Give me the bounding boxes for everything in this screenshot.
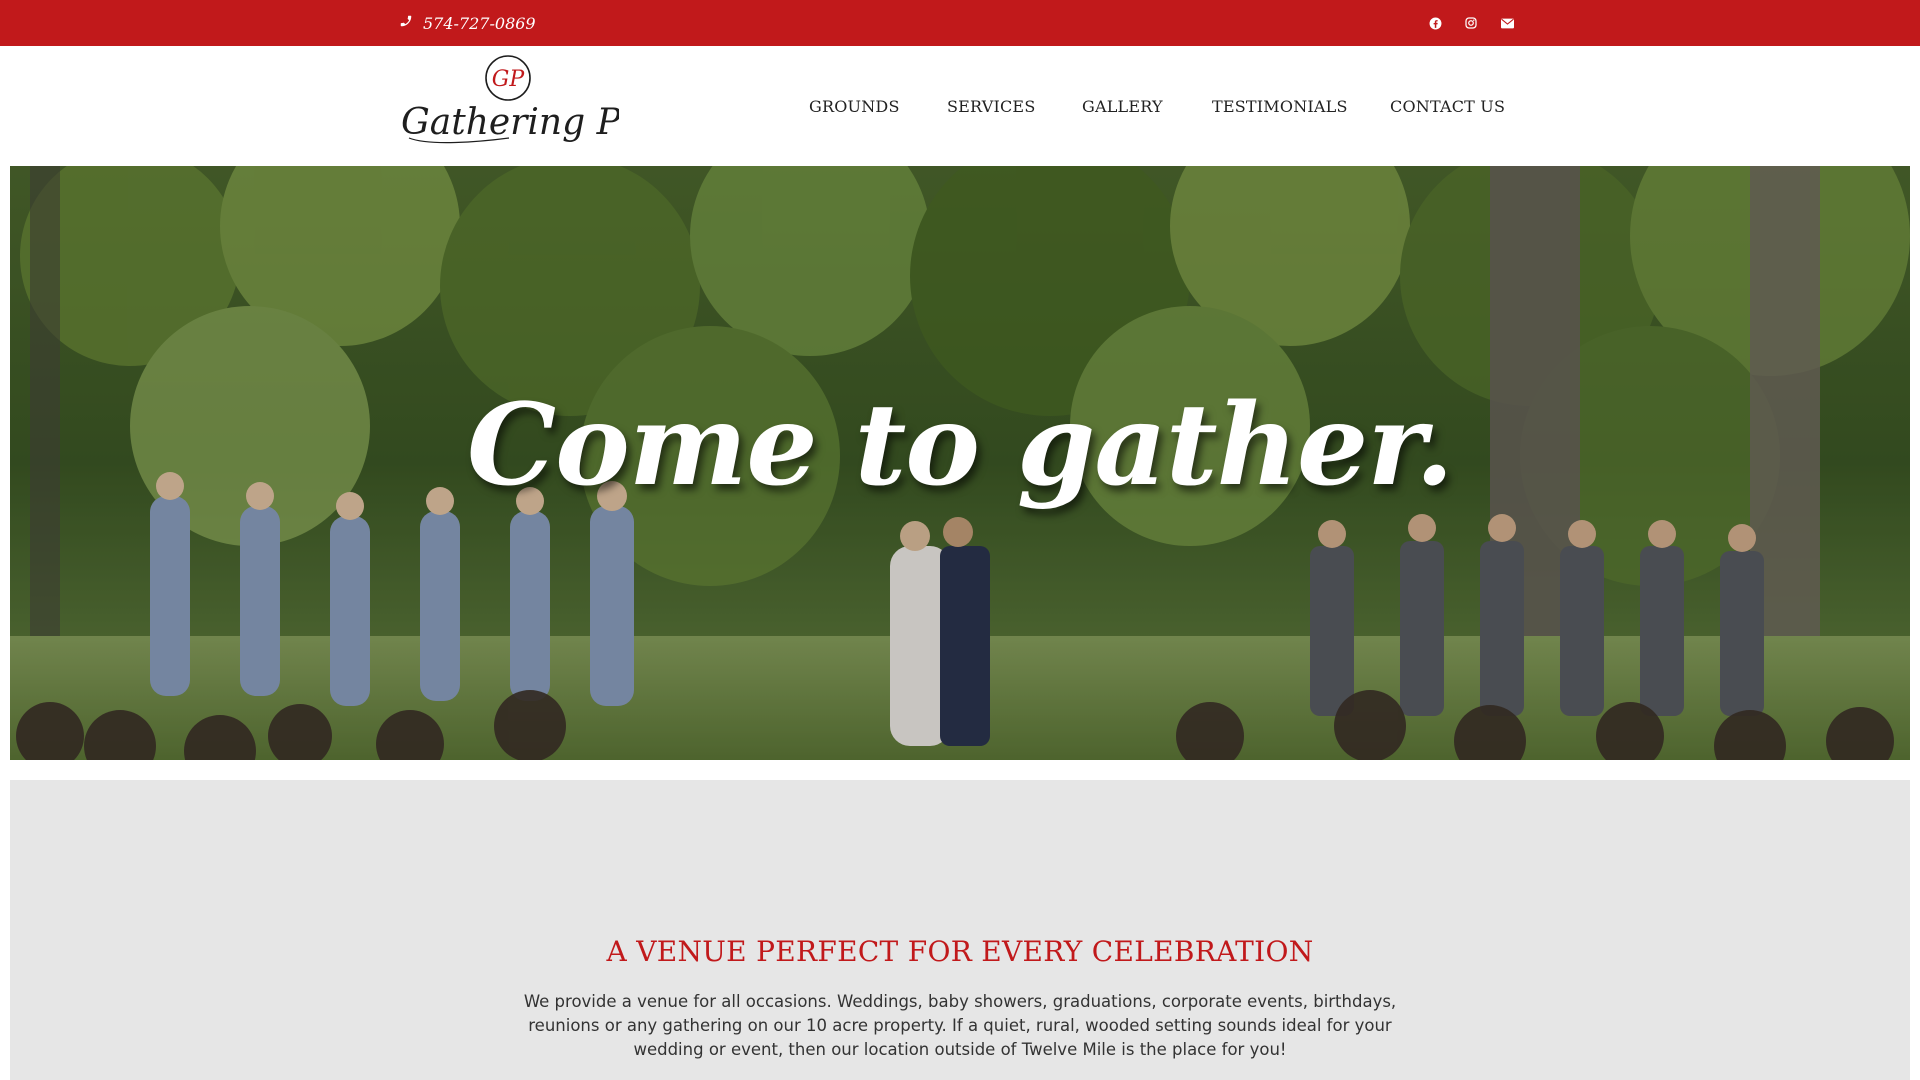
phone-icon — [399, 14, 413, 33]
logo-monogram: GP — [492, 67, 526, 92]
top-bar: 574-727-0869 — [0, 0, 1920, 46]
facebook-icon[interactable] — [1424, 0, 1446, 46]
nav-gallery[interactable]: GALLERY — [1082, 46, 1163, 166]
phone-link[interactable]: 574-727-0869 — [399, 0, 536, 46]
nav-testimonials[interactable]: TESTIMONIALS — [1212, 46, 1348, 166]
intro-heading: A VENUE PERFECT FOR EVERY CELEBRATION — [606, 935, 1314, 968]
envelope-icon[interactable] — [1496, 0, 1518, 46]
nav-services[interactable]: SERVICES — [947, 46, 1035, 166]
nav-grounds[interactable]: GROUNDS — [809, 46, 900, 166]
instagram-icon[interactable] — [1460, 0, 1482, 46]
site-header: GP Gathering Place GROUNDS SERVICES GALL… — [0, 46, 1920, 166]
logo-wordmark: Gathering Place — [401, 102, 619, 143]
phone-number: 574-727-0869 — [423, 13, 536, 33]
intro-body: We provide a venue for all occasions. We… — [523, 992, 1397, 1059]
nav-contact-us[interactable]: CONTACT US — [1390, 46, 1505, 166]
site-logo[interactable]: GP Gathering Place — [399, 54, 695, 150]
hero-title: Come to gather. — [466, 380, 1454, 511]
